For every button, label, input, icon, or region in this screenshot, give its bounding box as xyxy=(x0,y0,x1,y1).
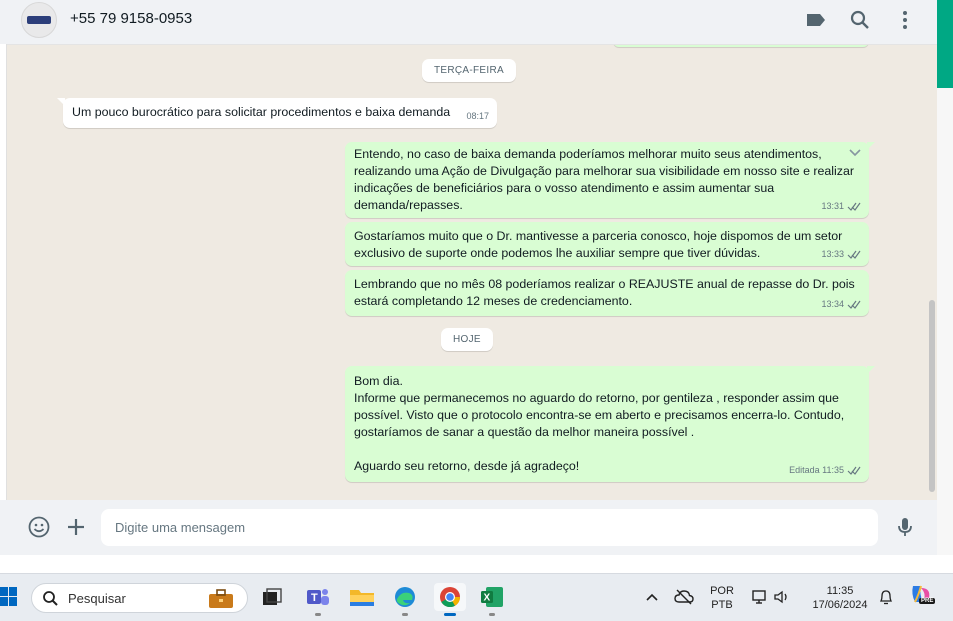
message-meta: 13:31 xyxy=(821,198,861,215)
window-bottom-edge xyxy=(0,555,953,573)
message-text: Um pouco burocrático para solicitar proc… xyxy=(72,105,451,119)
contact-avatar[interactable] xyxy=(21,2,57,38)
message-time: 08:17 xyxy=(466,111,489,121)
file-explorer-dark-icon xyxy=(263,588,282,605)
search-icon[interactable] xyxy=(848,8,872,32)
windows-start-icon[interactable] xyxy=(0,586,18,608)
message-text: Gostaríamos muito que o Dr. mantivesse a… xyxy=(354,229,843,260)
folder-icon xyxy=(350,590,374,606)
keyboard-layout: PTB xyxy=(711,599,733,611)
contact-name[interactable]: +55 79 9158-0953 xyxy=(70,10,192,27)
date-divider: HOJE xyxy=(441,328,493,351)
briefcase-icon xyxy=(209,589,233,608)
preview-badge: PRE xyxy=(919,598,936,604)
svg-text:T: T xyxy=(311,592,318,604)
label-icon[interactable] xyxy=(804,8,828,32)
avatar-logo xyxy=(27,16,51,24)
running-indicator xyxy=(402,613,408,616)
outgoing-message[interactable]: Bom dia. Informe que permanecemos no agu… xyxy=(345,366,875,482)
compose-bar xyxy=(0,500,937,555)
teams-icon: T xyxy=(307,589,329,605)
message-meta: 08:17 xyxy=(466,108,489,125)
running-indicator xyxy=(444,613,456,616)
notification-bell-icon[interactable] xyxy=(878,588,894,606)
taskbar-search[interactable]: Pesquisar xyxy=(31,583,248,613)
cloud-offline-icon[interactable] xyxy=(674,588,694,606)
message-text: Lembrando que no mês 08 poderíamos reali… xyxy=(354,277,855,308)
read-ticks-icon xyxy=(847,300,861,309)
message-text: Entendo, no caso de baixa demanda poderí… xyxy=(354,147,855,212)
previous-message-bubble xyxy=(613,45,869,47)
outgoing-message[interactable]: Lembrando que no mês 08 poderíamos reali… xyxy=(345,270,869,316)
message-time: 13:31 xyxy=(821,201,844,211)
window-side-panel xyxy=(937,88,953,555)
language-code: POR xyxy=(710,585,734,597)
running-indicator xyxy=(489,613,495,616)
outgoing-message[interactable]: Entendo, no caso de baixa demanda poderí… xyxy=(345,142,875,218)
volume-icon[interactable] xyxy=(773,588,791,606)
microphone-icon[interactable] xyxy=(893,515,917,539)
emoji-icon[interactable] xyxy=(27,515,51,539)
bubble-tail xyxy=(57,98,65,106)
chevron-up-icon[interactable] xyxy=(645,592,659,602)
message-meta: 13:33 xyxy=(821,246,861,263)
chat-header: +55 79 9158-0953 xyxy=(0,0,937,45)
search-label: Pesquisar xyxy=(68,591,126,606)
message-time: 13:33 xyxy=(821,249,844,259)
running-indicator xyxy=(315,613,321,616)
clock-time: 11:35 xyxy=(826,585,854,597)
read-ticks-icon xyxy=(847,466,861,475)
chrome-icon xyxy=(440,587,461,608)
taskbar-app-teams[interactable]: T xyxy=(304,583,332,616)
excel-icon: X xyxy=(481,587,503,607)
read-ticks-icon xyxy=(847,202,861,211)
taskbar-app-explorer[interactable] xyxy=(348,583,376,611)
message-time: 13:34 xyxy=(821,299,844,309)
clock[interactable]: 11:35 17/06/2024 xyxy=(805,584,875,612)
message-input[interactable] xyxy=(101,509,878,546)
language-indicator[interactable]: POR PTB xyxy=(708,584,736,612)
left-pane-edge xyxy=(0,44,7,555)
svg-text:X: X xyxy=(484,593,491,604)
taskbar-app-chrome[interactable] xyxy=(434,583,466,616)
edge-icon xyxy=(395,587,415,607)
read-ticks-icon xyxy=(847,250,861,259)
clock-date: 17/06/2024 xyxy=(812,599,868,611)
message-meta: Editada 11:35 xyxy=(789,462,861,479)
message-list[interactable]: TERÇA-FEIRA Um pouco burocrático para so… xyxy=(7,45,929,500)
taskbar-app-edge[interactable] xyxy=(391,583,419,616)
menu-icon[interactable] xyxy=(893,8,917,32)
taskbar-app-excel[interactable]: X xyxy=(478,583,506,616)
message-meta: 13:34 xyxy=(821,296,861,313)
network-icon[interactable] xyxy=(751,588,769,606)
windows-taskbar: Pesquisar T X POR PTB 11:35 17/06/2024 PRE xyxy=(0,573,953,621)
bubble-tail xyxy=(867,142,875,150)
outgoing-message[interactable]: Gostaríamos muito que o Dr. mantivesse a… xyxy=(345,222,869,266)
plus-icon[interactable] xyxy=(64,515,88,539)
scrollbar-thumb[interactable] xyxy=(929,300,935,492)
date-divider: TERÇA-FEIRA xyxy=(422,59,516,82)
copilot-button[interactable]: PRE xyxy=(909,584,936,610)
chevron-down-icon[interactable] xyxy=(848,148,862,158)
bubble-tail xyxy=(867,366,875,374)
message-time: Editada 11:35 xyxy=(789,465,844,475)
taskbar-app-multitask[interactable] xyxy=(258,583,286,611)
incoming-message[interactable]: Um pouco burocrático para solicitar proc… xyxy=(57,98,497,128)
message-text: Bom dia. Informe que permanecemos no agu… xyxy=(354,374,845,473)
search-icon xyxy=(43,591,58,606)
